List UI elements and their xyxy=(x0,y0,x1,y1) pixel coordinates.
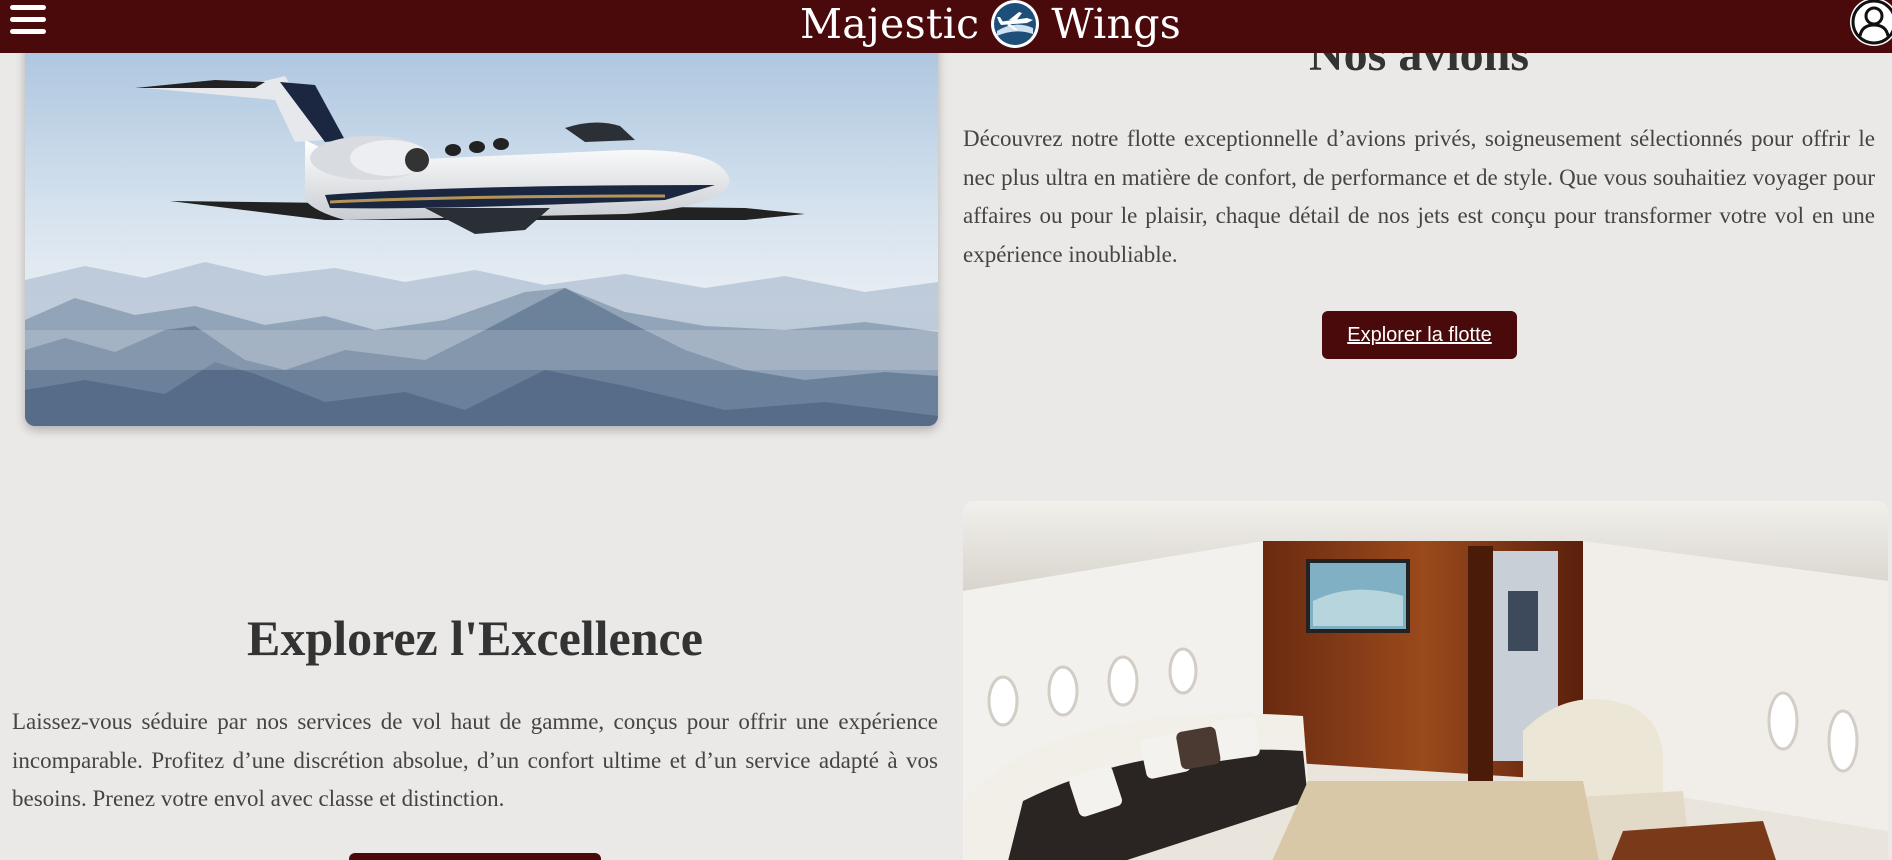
top-navigation-bar: Majestic Wings xyxy=(0,0,1892,53)
brand-name-right: Wings xyxy=(1051,0,1182,48)
plane-logo-icon xyxy=(989,0,1041,50)
brand-logo[interactable]: Majestic Wings xyxy=(800,0,1181,52)
excellence-section-button[interactable] xyxy=(349,853,601,860)
fleet-section-text: Découvrez notre flotte exceptionnelle d’… xyxy=(963,126,1875,267)
jet-cabin-interior-photo xyxy=(963,501,1888,860)
excellence-section-title: Explorez l'Excellence xyxy=(247,610,703,666)
hamburger-menu-icon[interactable] xyxy=(10,5,46,39)
private-jet-photo xyxy=(25,30,938,426)
brand-name-left: Majestic xyxy=(800,0,980,48)
explore-fleet-button[interactable]: Explorer la flotte xyxy=(1322,311,1517,359)
user-account-icon[interactable] xyxy=(1848,0,1892,48)
excellence-section-text: Laissez-vous séduire par nos services de… xyxy=(12,709,938,811)
